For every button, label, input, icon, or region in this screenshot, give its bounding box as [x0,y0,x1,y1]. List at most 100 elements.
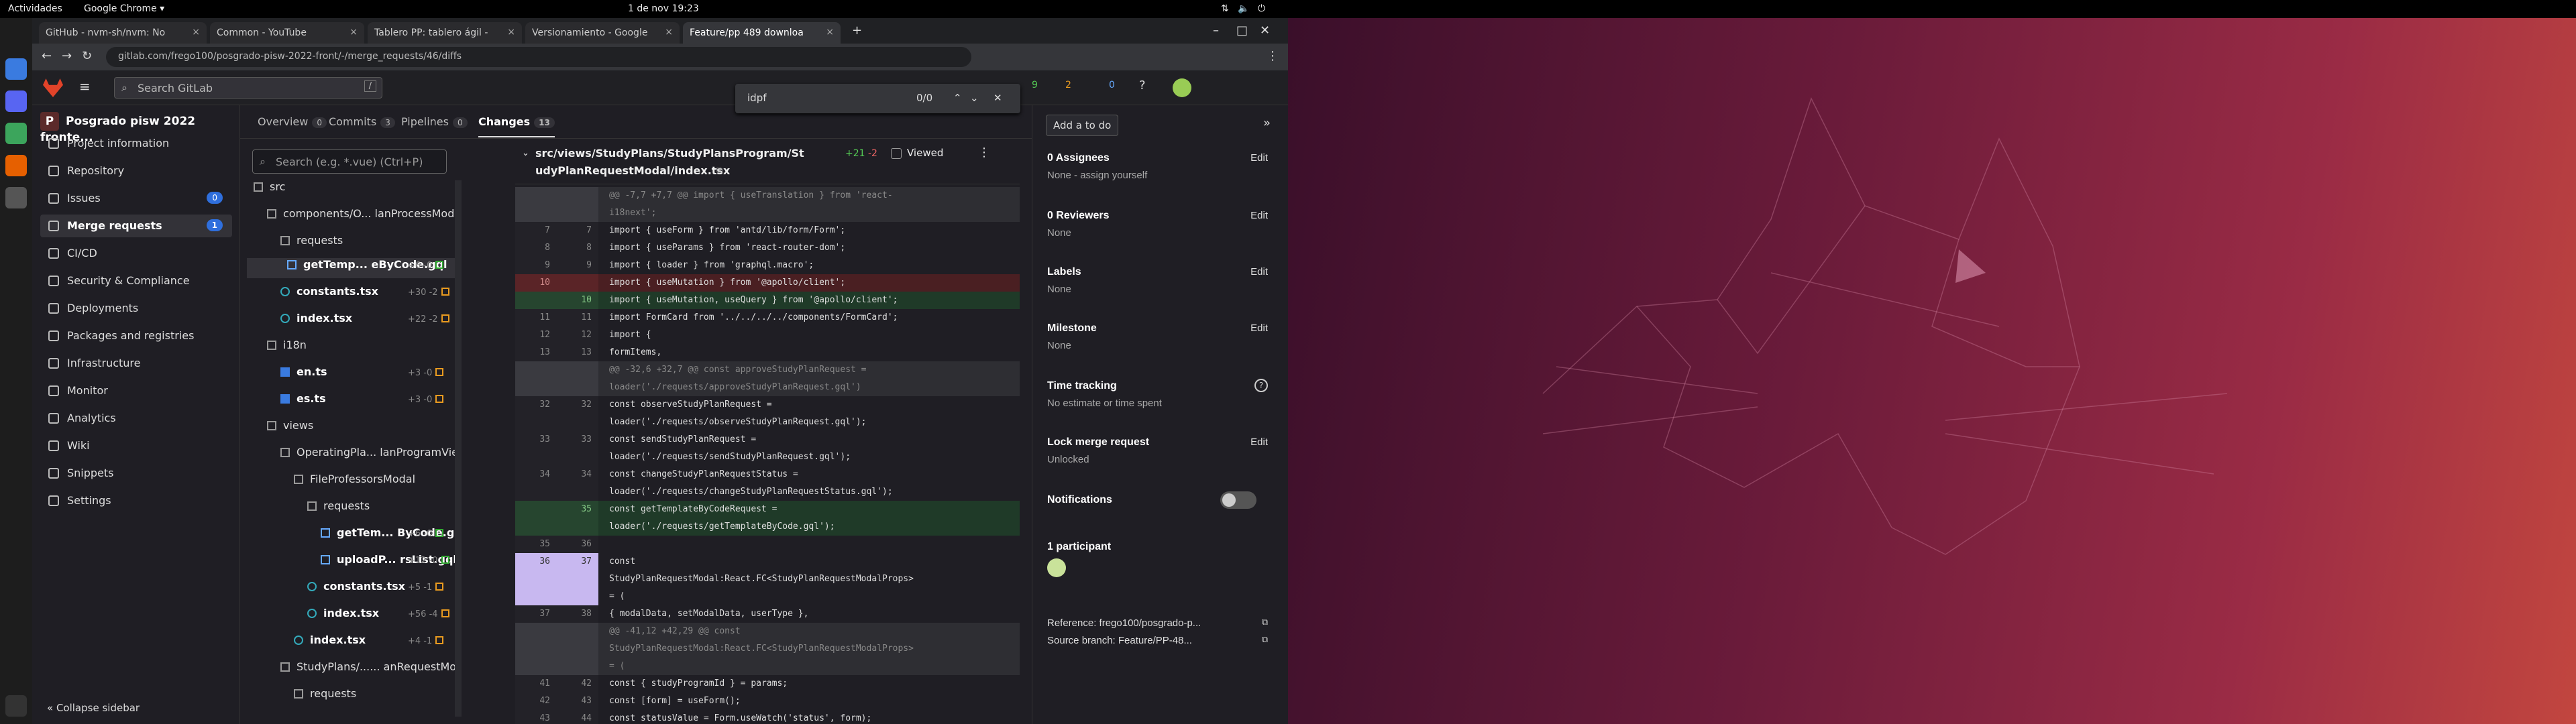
tree-folder[interactable]: FileProfessorsModal [294,473,415,493]
apps-grid-icon[interactable] [5,695,27,717]
chrome-icon[interactable] [5,58,27,80]
diff-hunk-header[interactable]: @@ -32,6 +32,7 @@ const approveStudyPlan… [515,361,1020,379]
new-line-number[interactable]: 35 [557,501,598,518]
new-line-number[interactable]: 9 [557,257,598,274]
new-line-number[interactable] [557,623,598,640]
diff-hunk-header[interactable]: i18next'; [515,204,1020,222]
nav-wiki[interactable]: Wiki [40,434,232,457]
tree-file[interactable]: uploadP... rsList.gql +12 -0 [321,553,462,573]
nav-snippets[interactable]: Snippets [40,462,232,485]
old-line-number[interactable] [515,640,557,658]
old-line-number[interactable]: 13 [515,344,557,361]
diff-hunk-header[interactable]: @@ -41,12 +42,29 @@ const [515,623,1020,640]
old-line-number[interactable]: 43 [515,710,557,724]
old-line-number[interactable]: 12 [515,326,557,344]
terminal-icon[interactable] [5,123,27,144]
minimize-icon[interactable]: – [1213,23,1219,38]
diff-hunk-header[interactable]: = ( [515,658,1020,675]
edit-reviewers-button[interactable]: Edit [1250,210,1268,221]
todos-header-count[interactable]: 0 [1109,80,1115,90]
file-tree-scrollbar[interactable] [455,180,462,717]
nav-repository[interactable]: Repository [40,160,232,182]
new-line-number[interactable] [557,640,598,658]
nav-issues[interactable]: Issues 0 [40,187,232,210]
tree-folder[interactable]: StudyPlans/...... anRequestModal [280,660,462,680]
nav-ci-cd[interactable]: CI/CD [40,242,232,265]
new-line-number[interactable] [557,414,598,431]
new-line-number[interactable]: 33 [557,431,598,448]
old-line-number[interactable]: 34 [515,466,557,483]
close-tab-icon[interactable]: × [507,27,515,38]
old-line-number[interactable]: 32 [515,396,557,414]
old-line-number[interactable] [515,658,557,675]
new-line-number[interactable] [557,570,598,588]
old-line-number[interactable] [515,379,557,396]
old-line-number[interactable] [515,204,557,222]
nav-project-information[interactable]: Project information [40,132,232,155]
old-line-number[interactable] [515,414,557,431]
file-tree-search[interactable]: Search (e.g. *.vue) (Ctrl+P) ⌕ [252,149,447,174]
find-query[interactable]: idpf [747,92,767,104]
close-window-icon[interactable]: ✕ [1260,23,1270,38]
collapse-sidebar-button[interactable]: « Collapse sidebar [47,702,140,714]
file-options-icon[interactable]: ⋮ [978,145,990,160]
new-line-number[interactable]: 36 [557,536,598,553]
new-line-number[interactable]: 34 [557,466,598,483]
old-line-number[interactable]: 9 [515,257,557,274]
help-icon[interactable]: ? [1139,78,1146,93]
old-line-number[interactable] [515,187,557,204]
old-line-number[interactable] [515,570,557,588]
network-icon[interactable]: ⇅ [1221,3,1229,14]
new-line-number[interactable]: 44 [557,710,598,724]
new-line-number[interactable] [557,588,598,605]
tree-folder[interactable]: components/O... lanProcessModal [267,207,462,227]
tab-feature[interactable]: Feature/pp 489 downloa × [683,22,841,44]
old-line-number[interactable]: 36 [515,553,557,570]
copy-path-icon[interactable]: ⧉ [716,166,722,176]
tree-folder[interactable]: i18n [267,339,307,359]
old-line-number[interactable]: 41 [515,675,557,692]
old-line-number[interactable] [515,588,557,605]
tab-overview[interactable]: Overview 0 [258,115,327,128]
issues-header-count[interactable]: 9 [1032,80,1038,90]
old-line-number[interactable]: 35 [515,536,557,553]
old-line-number[interactable] [515,292,557,309]
old-line-number[interactable] [515,518,557,536]
edit-assignees-button[interactable]: Edit [1250,152,1268,164]
new-line-number[interactable]: 37 [557,553,598,570]
nav-analytics[interactable]: Analytics [40,407,232,430]
old-line-number[interactable]: 37 [515,605,557,623]
tree-file[interactable]: en.ts +3 -0 [280,365,462,385]
nav-settings[interactable]: Settings [40,489,232,512]
collapse-right-sidebar-icon[interactable]: » [1263,116,1271,130]
hamburger-menu-icon[interactable]: ≡ [79,78,91,95]
new-line-number[interactable]: 42 [557,675,598,692]
tree-folder[interactable]: views [267,419,313,439]
tree-file[interactable]: index.tsx +4 -1 [294,634,462,654]
tree-folder[interactable]: requests [307,499,370,520]
close-tab-icon[interactable]: × [350,27,358,38]
nav-merge-requests[interactable]: Merge requests 1 [40,215,232,237]
tree-file-selected[interactable]: getTemp... eByCode.gql +6 -0 [247,258,462,278]
new-line-number[interactable] [557,187,598,204]
assignees-value[interactable]: None - assign yourself [1047,170,1147,181]
diff-file-path-1[interactable]: src/views/StudyPlans/StudyPlansProgram/S… [535,147,804,160]
new-line-number[interactable]: 43 [557,692,598,710]
forward-icon[interactable]: → [62,49,72,63]
nav-security[interactable]: Security & Compliance [40,269,232,292]
volume-icon[interactable]: 🔈 [1238,3,1249,14]
find-next-icon[interactable]: ⌄ [970,92,979,104]
new-line-number[interactable] [557,658,598,675]
nav-infrastructure[interactable]: Infrastructure [40,352,232,375]
old-line-number[interactable]: 42 [515,692,557,710]
app-menu[interactable]: Google Chrome ▾ [84,3,164,14]
tree-file[interactable]: constants.tsx +30 -2 [280,285,462,305]
new-line-number[interactable] [557,379,598,396]
old-line-number[interactable]: 10 [515,274,557,292]
viewed-checkbox[interactable] [891,148,902,159]
new-line-number[interactable]: 8 [557,239,598,257]
find-close-icon[interactable]: ✕ [994,92,1002,104]
new-line-number[interactable]: 38 [557,605,598,623]
collapse-file-icon[interactable]: ⌄ [522,148,529,158]
tree-folder[interactable]: src [254,180,285,200]
